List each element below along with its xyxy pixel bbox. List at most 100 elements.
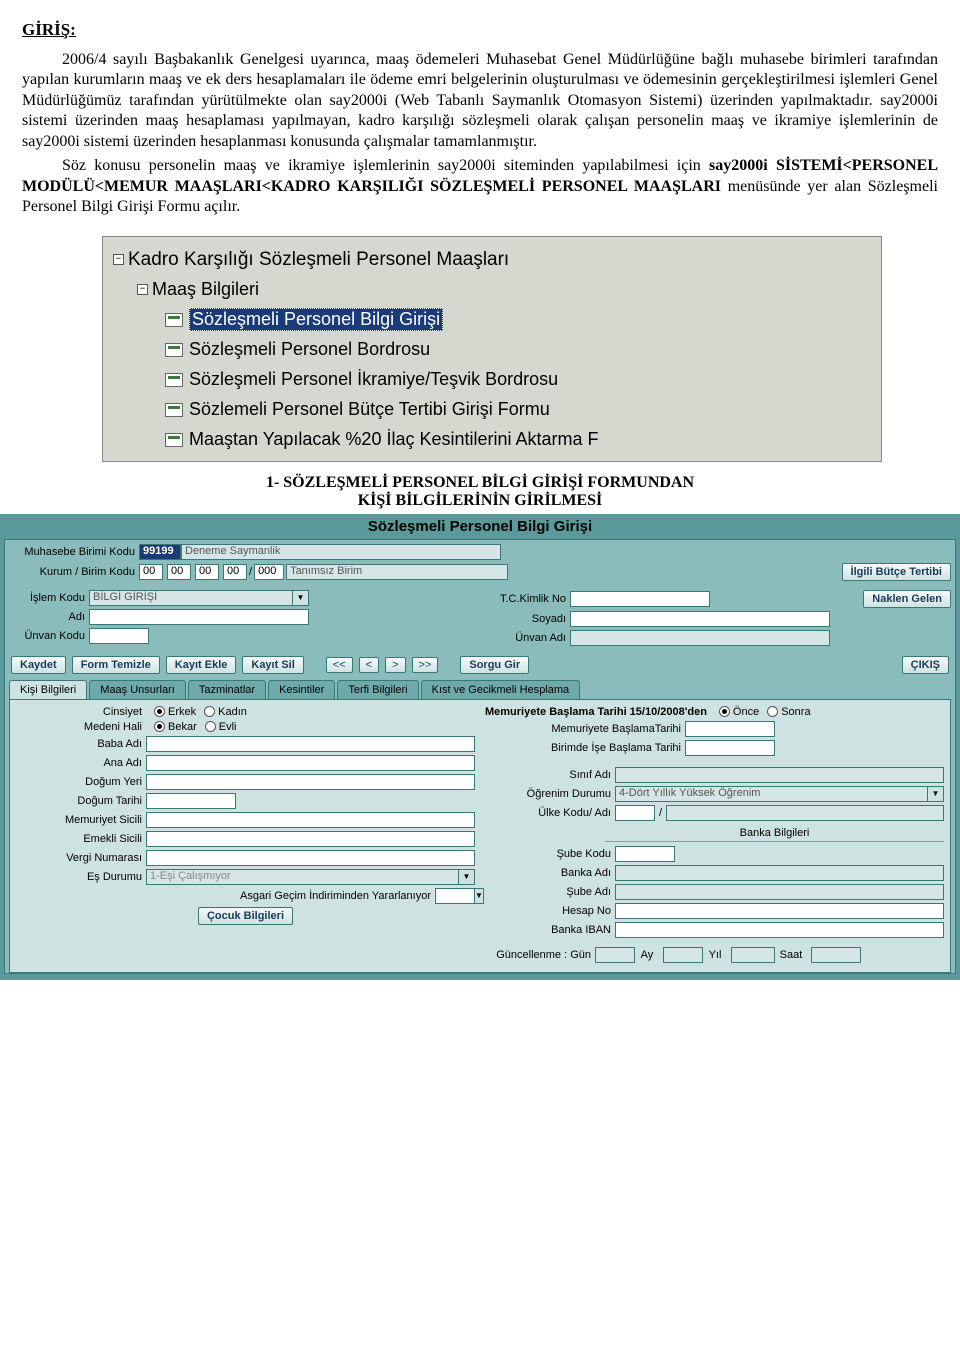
sorgu-gir-button[interactable]: Sorgu Gir (460, 656, 529, 674)
subekod-field[interactable] (615, 846, 675, 862)
tree-group[interactable]: − Maaş Bilgileri (137, 275, 875, 305)
unvan-kodu-field[interactable] (89, 628, 149, 644)
ulke-ad-field (666, 805, 944, 821)
kurum1[interactable]: 00 (139, 564, 163, 580)
tree-item[interactable]: Sözlemeli Personel Bütçe Tertibi Girişi … (165, 395, 875, 425)
asgari-field[interactable] (435, 888, 475, 904)
tree-root-label: Kadro Karşılığı Sözleşmeli Personel Maaş… (128, 249, 509, 271)
kurum5[interactable]: 000 (254, 564, 284, 580)
tab-bar: Kişi Bilgileri Maaş Unsurları Tazminatla… (9, 680, 951, 700)
lbl-bankaadi: Banka Adı (485, 867, 615, 879)
subeadi-field (615, 884, 944, 900)
lbl-memsicil: Memuriyet Sicili (16, 814, 146, 826)
radio-erkek[interactable] (154, 706, 165, 717)
radio-bekar[interactable] (154, 721, 165, 732)
kayit-ekle-button[interactable]: Kayıt Ekle (166, 656, 237, 674)
saat-field (811, 947, 861, 963)
esdurumu-field[interactable]: 1-Eşi Çalışmıyor (146, 869, 459, 885)
kayit-sil-button[interactable]: Kayıt Sil (242, 656, 303, 674)
tree-item-label: Sözleşmeli Personel Bilgi Girişi (189, 308, 443, 331)
section-heading: 1- SÖZLEŞMELİ PERSONEL BİLGİ GİRİŞİ FORM… (22, 474, 938, 510)
lbl-birimde: Birimde İşe Başlama Tarihi (485, 742, 685, 754)
membaslama-field[interactable] (685, 721, 775, 737)
opt-bekar: Bekar (168, 721, 197, 733)
lbl-vergi: Vergi Numarası (16, 852, 146, 864)
tree-item-label: Maaştan Yapılacak %20 İlaç Kesintilerini… (189, 429, 599, 450)
radio-sonra[interactable] (767, 706, 778, 717)
tab-kist[interactable]: Kıst ve Gecikmeli Hesplama (421, 680, 581, 699)
ulke-kod-field[interactable] (615, 805, 655, 821)
lbl-adi: Adı (9, 611, 89, 623)
islem-kodu[interactable]: BİLGİ GİRİŞİ (89, 590, 293, 606)
paragraph-1: 2006/4 sayılı Başbakanlık Genelgesi uyar… (22, 50, 938, 152)
tree-item[interactable]: Sözleşmeli Personel Bordrosu (165, 335, 875, 365)
lbl-cinsiyet: Cinsiyet (16, 706, 146, 718)
tab-tazminatlar[interactable]: Tazminatlar (188, 680, 266, 699)
adi-field[interactable] (89, 609, 309, 625)
cocuk-bilgileri-button[interactable]: Çocuk Bilgileri (198, 907, 293, 925)
memsicil-field[interactable] (146, 812, 475, 828)
unvanadi-field (570, 630, 830, 646)
muhasebe-kod[interactable]: 99199 (139, 544, 181, 560)
nav-prev-button[interactable]: < (359, 657, 379, 673)
tree-root[interactable]: − Kadro Karşılığı Sözleşmeli Personel Ma… (113, 245, 875, 275)
chevron-down-icon[interactable]: ▼ (293, 590, 309, 606)
radio-kadin[interactable] (204, 706, 215, 717)
dogumtarihi-field[interactable] (146, 793, 236, 809)
nav-last-button[interactable]: >> (412, 657, 439, 673)
form-icon (165, 313, 183, 327)
hesap-field[interactable] (615, 903, 944, 919)
vergi-field[interactable] (146, 850, 475, 866)
lbl-subeadi: Şube Adı (485, 886, 615, 898)
lbl-unvanadi: Ünvan Adı (480, 632, 570, 644)
lbl-esdurumu: Eş Durumu (16, 871, 146, 883)
collapse-icon[interactable]: − (137, 284, 148, 295)
tc-field[interactable] (570, 591, 710, 607)
form-screenshot: Sözleşmeli Personel Bilgi Girişi Muhaseb… (0, 514, 960, 980)
tree-screenshot: − Kadro Karşılığı Sözleşmeli Personel Ma… (102, 236, 882, 462)
chevron-down-icon[interactable]: ▼ (475, 888, 484, 904)
radio-evli[interactable] (205, 721, 216, 732)
tree-item-selected[interactable]: Sözleşmeli Personel Bilgi Girişi (165, 305, 875, 335)
kurum4[interactable]: 00 (223, 564, 247, 580)
form-icon (165, 373, 183, 387)
lbl-medeni: Medeni Hali (16, 721, 146, 733)
kurum2[interactable]: 00 (167, 564, 191, 580)
tab-terfi[interactable]: Terfi Bilgileri (337, 680, 418, 699)
tab-kesintiler[interactable]: Kesintiler (268, 680, 335, 699)
emsicil-field[interactable] (146, 831, 475, 847)
lbl-muhasebe: Muhasebe Birimi Kodu (9, 546, 139, 558)
radio-once[interactable] (719, 706, 730, 717)
form-temizle-button[interactable]: Form Temizle (72, 656, 160, 674)
dogumyeri-field[interactable] (146, 774, 475, 790)
opt-sonra: Sonra (781, 706, 810, 718)
chevron-down-icon[interactable]: ▼ (928, 786, 944, 802)
naklen-gelen-button[interactable]: Naklen Gelen (863, 590, 951, 608)
cikis-button[interactable]: ÇIKIŞ (902, 656, 949, 674)
ana-field[interactable] (146, 755, 475, 771)
tree-item[interactable]: Maaştan Yapılacak %20 İlaç Kesintilerini… (165, 425, 875, 455)
opt-evli: Evli (219, 721, 237, 733)
kaydet-button[interactable]: Kaydet (11, 656, 66, 674)
nav-next-button[interactable]: > (385, 657, 405, 673)
chevron-down-icon[interactable]: ▼ (459, 869, 475, 885)
banka-heading: Banka Bilgileri (605, 825, 944, 842)
kurum3[interactable]: 00 (195, 564, 219, 580)
lbl-sube: Şube Kodu (485, 848, 615, 860)
tree-item[interactable]: Sözleşmeli Personel İkramiye/Teşvik Bord… (165, 365, 875, 395)
lbl-baba: Baba Adı (16, 738, 146, 750)
tab-kisi-bilgileri[interactable]: Kişi Bilgileri (9, 680, 87, 699)
lbl-dogumyeri: Doğum Yeri (16, 776, 146, 788)
ilgili-butce-button[interactable]: İlgili Bütçe Tertibi (842, 563, 951, 581)
nav-first-button[interactable]: << (326, 657, 353, 673)
ogrenim-field[interactable]: 4-Dört Yıllık Yüksek Öğrenim (615, 786, 928, 802)
birimde-field[interactable] (685, 740, 775, 756)
tab-maas-unsurlari[interactable]: Maaş Unsurları (89, 680, 186, 699)
tree-item-label: Sözleşmeli Personel İkramiye/Teşvik Bord… (189, 369, 558, 390)
iban-field[interactable] (615, 922, 944, 938)
soyadi-field[interactable] (570, 611, 830, 627)
section-heading-a: 1- SÖZLEŞMELİ PERSONEL BİLGİ GİRİŞİ FORM… (266, 474, 694, 491)
ay-field (663, 947, 703, 963)
collapse-icon[interactable]: − (113, 254, 124, 265)
baba-field[interactable] (146, 736, 475, 752)
